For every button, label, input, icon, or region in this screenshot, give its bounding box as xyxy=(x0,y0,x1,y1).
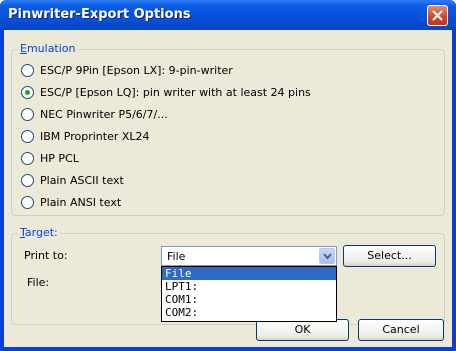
emulation-legend-text: mulation xyxy=(26,42,76,55)
print-to-dropdown-list: File LPT1: COM1: COM2: xyxy=(161,266,337,322)
select-button[interactable]: Select... xyxy=(343,245,436,267)
chevron-down-icon xyxy=(323,253,332,260)
combobox-dropdown-button[interactable] xyxy=(319,248,335,264)
radio-label: ESC/P [Epson LQ]: pin writer with at lea… xyxy=(40,85,311,99)
radio-button[interactable] xyxy=(21,107,34,121)
radio-option-nec-pinwriter[interactable]: NEC Pinwriter P5/6/7/... xyxy=(21,106,168,122)
dropdown-option-file[interactable]: File xyxy=(162,267,336,280)
title-bar[interactable]: Pinwriter-Export Options xyxy=(0,0,456,30)
radio-button[interactable] xyxy=(21,63,34,77)
emulation-legend-accel: E xyxy=(20,42,27,55)
combobox-value: File xyxy=(167,250,186,263)
ok-button[interactable]: OK xyxy=(256,319,349,341)
emulation-group: Emulation ESC/P 9Pin [Epson LX]: 9-pin-w… xyxy=(11,42,445,216)
radio-label: HP PCL xyxy=(40,151,79,165)
radio-button[interactable] xyxy=(21,195,34,209)
print-to-combobox[interactable]: File xyxy=(161,246,337,266)
file-label: File: xyxy=(27,276,50,289)
radio-option-esc-p-9pin[interactable]: ESC/P 9Pin [Epson LX]: 9-pin-writer xyxy=(21,62,233,78)
dropdown-option-com2[interactable]: COM2: xyxy=(162,306,336,319)
radio-option-hp-pcl[interactable]: HP PCL xyxy=(21,150,79,166)
radio-button[interactable] xyxy=(21,151,34,165)
radio-label: IBM Proprinter XL24 xyxy=(40,129,150,143)
window-title: Pinwriter-Export Options xyxy=(8,7,191,22)
radio-option-plain-ansi[interactable]: Plain ANSI text xyxy=(21,194,121,210)
dialog-client-area: Emulation ESC/P 9Pin [Epson LX]: 9-pin-w… xyxy=(4,30,452,347)
radio-button[interactable] xyxy=(21,129,34,143)
emulation-legend: Emulation xyxy=(18,42,78,55)
target-legend: Target: xyxy=(18,226,60,239)
radio-label: ESC/P 9Pin [Epson LX]: 9-pin-writer xyxy=(40,63,233,77)
radio-option-esc-p-lq[interactable]: ESC/P [Epson LQ]: pin writer with at lea… xyxy=(21,84,311,100)
dialog-window: Pinwriter-Export Options Emulation ESC/P… xyxy=(0,0,456,351)
radio-option-ibm-proprinter[interactable]: IBM Proprinter XL24 xyxy=(21,128,150,144)
close-icon xyxy=(432,10,443,21)
cancel-button[interactable]: Cancel xyxy=(358,319,444,341)
radio-label: Plain ANSI text xyxy=(40,195,122,209)
print-to-label: Print to: xyxy=(24,249,68,262)
target-legend-text: arget: xyxy=(24,226,58,239)
dropdown-option-lpt1[interactable]: LPT1: xyxy=(162,280,336,293)
radio-button[interactable] xyxy=(21,173,34,187)
close-button[interactable] xyxy=(427,5,448,26)
radio-option-plain-ascii[interactable]: Plain ASCII text xyxy=(21,172,124,188)
radio-button-checked[interactable] xyxy=(21,85,34,99)
dropdown-option-com1[interactable]: COM1: xyxy=(162,293,336,306)
radio-label: NEC Pinwriter P5/6/7/... xyxy=(40,107,168,121)
radio-label: Plain ASCII text xyxy=(40,173,124,187)
